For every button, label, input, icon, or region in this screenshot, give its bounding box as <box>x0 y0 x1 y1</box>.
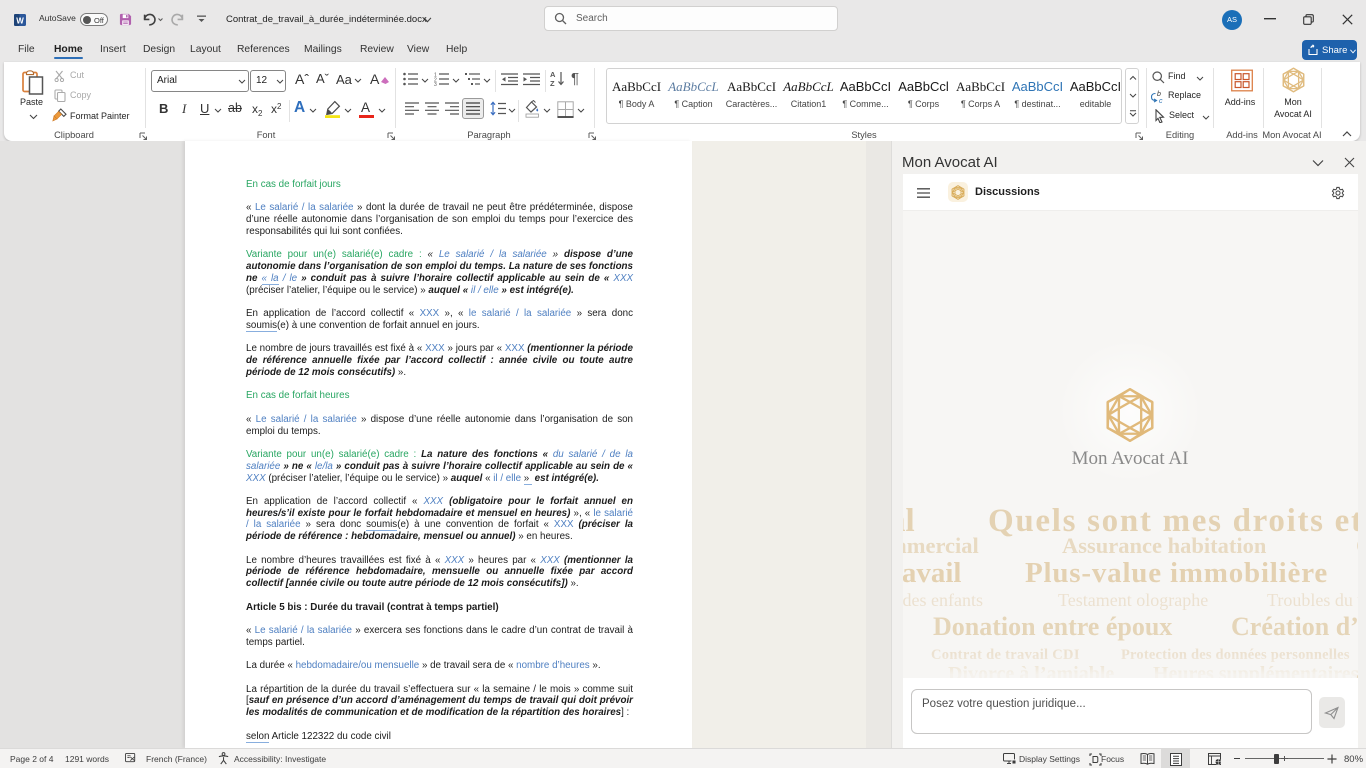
svg-text:W: W <box>16 16 24 25</box>
svg-text:A: A <box>550 70 556 79</box>
svg-text:3: 3 <box>434 82 437 86</box>
svg-text:Z: Z <box>550 79 555 88</box>
svg-text:b: b <box>1157 91 1161 98</box>
svg-text:c: c <box>1159 98 1163 104</box>
